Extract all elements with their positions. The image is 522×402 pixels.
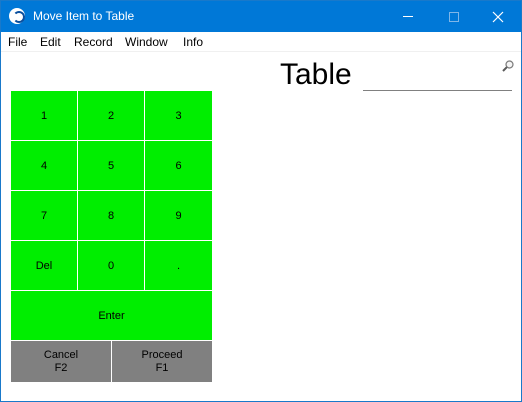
title-bar[interactable]: Move Item to Table xyxy=(1,1,521,32)
cancel-button[interactable]: Cancel F2 xyxy=(11,341,111,382)
minimize-icon xyxy=(403,16,413,17)
app-window: Move Item to Table File Edit Record Wind… xyxy=(0,0,522,402)
menu-bar: File Edit Record Window Info xyxy=(1,32,521,52)
menu-info[interactable]: Info xyxy=(183,35,203,49)
close-button[interactable] xyxy=(475,1,521,32)
proceed-button[interactable]: Proceed F1 xyxy=(112,341,212,382)
key-1[interactable]: 1 xyxy=(11,91,77,140)
menu-record[interactable]: Record xyxy=(74,35,113,49)
proceed-label: Proceed xyxy=(141,348,183,361)
search-icon[interactable] xyxy=(501,59,515,73)
window-title: Move Item to Table xyxy=(33,9,135,23)
table-label: Table xyxy=(280,58,352,91)
menu-file[interactable]: File xyxy=(8,35,27,49)
cancel-shortcut: F2 xyxy=(54,361,68,374)
key-8[interactable]: 8 xyxy=(78,191,144,240)
key-7[interactable]: 7 xyxy=(11,191,77,240)
menu-window[interactable]: Window xyxy=(125,35,168,49)
table-field[interactable] xyxy=(363,63,512,91)
enter-button[interactable]: Enter xyxy=(11,291,212,340)
close-icon xyxy=(492,11,504,22)
cancel-label: Cancel xyxy=(43,348,79,361)
key-decimal[interactable]: . xyxy=(145,241,212,290)
maximize-icon xyxy=(449,11,459,22)
key-2[interactable]: 2 xyxy=(78,91,144,140)
key-0[interactable]: 0 xyxy=(78,241,144,290)
key-4[interactable]: 4 xyxy=(11,141,77,190)
key-9[interactable]: 9 xyxy=(145,191,212,240)
app-icon xyxy=(9,8,25,24)
minimize-button[interactable] xyxy=(385,1,431,32)
menu-edit[interactable]: Edit xyxy=(40,35,61,49)
key-3[interactable]: 3 xyxy=(145,91,212,140)
proceed-shortcut: F1 xyxy=(155,361,169,374)
key-del[interactable]: Del xyxy=(11,241,77,290)
maximize-button[interactable] xyxy=(431,1,477,32)
key-5[interactable]: 5 xyxy=(78,141,144,190)
key-6[interactable]: 6 xyxy=(145,141,212,190)
